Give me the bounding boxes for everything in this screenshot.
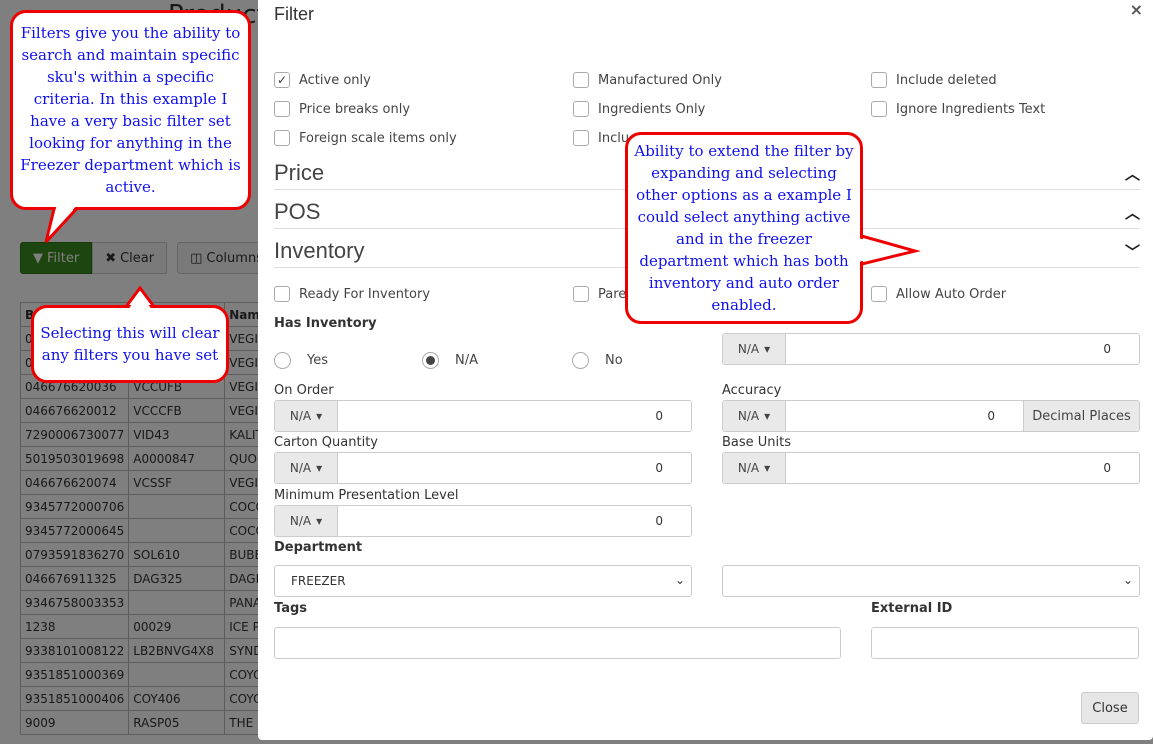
- radio-yes[interactable]: Yes: [274, 352, 328, 369]
- external-id-label: External ID: [871, 601, 953, 616]
- checkbox-inclu[interactable]: Inclu: [573, 130, 629, 146]
- checkbox-box[interactable]: [871, 286, 887, 302]
- checkbox-box[interactable]: ✓: [274, 72, 290, 88]
- checkbox-box[interactable]: [274, 130, 290, 146]
- department-select[interactable]: FREEZER ⌄: [274, 565, 692, 597]
- carton-quantity-label: Carton Quantity: [274, 435, 378, 450]
- checkbox-box[interactable]: [573, 130, 589, 146]
- checkbox-box[interactable]: [573, 101, 589, 117]
- checkbox-box[interactable]: [274, 101, 290, 117]
- callout-filter: Filters give you the ability to search a…: [10, 10, 251, 210]
- checkbox-active-only[interactable]: ✓ Active only: [274, 72, 371, 88]
- on-order-input[interactable]: N/A ▾ 0: [274, 400, 692, 432]
- chevron-down-icon: ⌄: [1122, 573, 1133, 587]
- close-button[interactable]: Close: [1081, 692, 1139, 724]
- checkbox-box[interactable]: [573, 72, 589, 88]
- department-label: Department: [274, 540, 363, 555]
- has-inventory-label: Has Inventory: [274, 316, 377, 331]
- checkbox-ready-for-inventory[interactable]: Ready For Inventory: [274, 286, 430, 302]
- decimal-places-addon: Decimal Places: [1023, 401, 1139, 431]
- modal-title: Filter: [274, 4, 314, 24]
- operator-dropdown[interactable]: N/A ▾: [275, 401, 338, 431]
- checkbox-include-deleted[interactable]: Include deleted: [871, 72, 997, 88]
- operator-dropdown[interactable]: N/A ▾: [723, 334, 786, 364]
- checkbox-foreign-scale-items-only[interactable]: Foreign scale items only: [274, 130, 457, 146]
- operator-dropdown[interactable]: N/A ▾: [275, 453, 338, 483]
- callout-extend: Ability to extend the filter by expandin…: [625, 132, 863, 324]
- accuracy-label: Accuracy: [722, 383, 782, 398]
- carton-quantity-input[interactable]: N/A ▾ 0: [274, 452, 692, 484]
- callout-clear: Selecting this will clear any filters yo…: [31, 305, 229, 383]
- checkbox-pare[interactable]: Pare: [573, 286, 626, 302]
- radio-no[interactable]: No: [572, 352, 623, 369]
- external-id-input[interactable]: [871, 627, 1139, 659]
- checkbox-ignore-ingredients-text[interactable]: Ignore Ingredients Text: [871, 101, 1045, 117]
- on-hand-input[interactable]: N/A ▾ 0: [722, 333, 1140, 365]
- min-presentation-label: Minimum Presentation Level: [274, 488, 459, 503]
- chevron-up-icon[interactable]: ︿: [1125, 163, 1140, 184]
- chevron-down-icon[interactable]: ﹀: [1125, 241, 1140, 262]
- tags-input[interactable]: [274, 627, 841, 659]
- close-icon[interactable]: ×: [1130, 0, 1143, 19]
- operator-dropdown[interactable]: N/A ▾: [275, 506, 338, 536]
- checkbox-ingredients-only[interactable]: Ingredients Only: [573, 101, 705, 117]
- base-units-input[interactable]: N/A ▾ 0: [722, 452, 1140, 484]
- operator-dropdown[interactable]: N/A ▾: [723, 453, 786, 483]
- radio-na[interactable]: N/A: [422, 352, 478, 369]
- checkbox-price-breaks-only[interactable]: Price breaks only: [274, 101, 410, 117]
- chevron-down-icon: ⌄: [674, 573, 685, 587]
- checkbox-box[interactable]: [871, 72, 887, 88]
- accuracy-input[interactable]: N/A ▾ 0 Decimal Places: [722, 400, 1140, 432]
- sub-department-select[interactable]: ⌄: [722, 565, 1140, 597]
- checkbox-manufactured-only[interactable]: Manufactured Only: [573, 72, 722, 88]
- min-presentation-input[interactable]: N/A ▾ 0: [274, 505, 692, 537]
- tags-label: Tags: [274, 601, 308, 616]
- checkbox-box[interactable]: [573, 286, 589, 302]
- operator-dropdown[interactable]: N/A ▾: [723, 401, 786, 431]
- filter-modal: Filter × ✓ Active only Manufactured Only In…: [258, 0, 1153, 740]
- checkbox-allow-auto-order[interactable]: Allow Auto Order: [871, 286, 1006, 302]
- checkbox-box[interactable]: [274, 286, 290, 302]
- base-units-label: Base Units: [722, 435, 792, 450]
- checkbox-box[interactable]: [871, 101, 887, 117]
- chevron-up-icon[interactable]: ︿: [1125, 202, 1140, 223]
- on-order-label: On Order: [274, 383, 334, 398]
